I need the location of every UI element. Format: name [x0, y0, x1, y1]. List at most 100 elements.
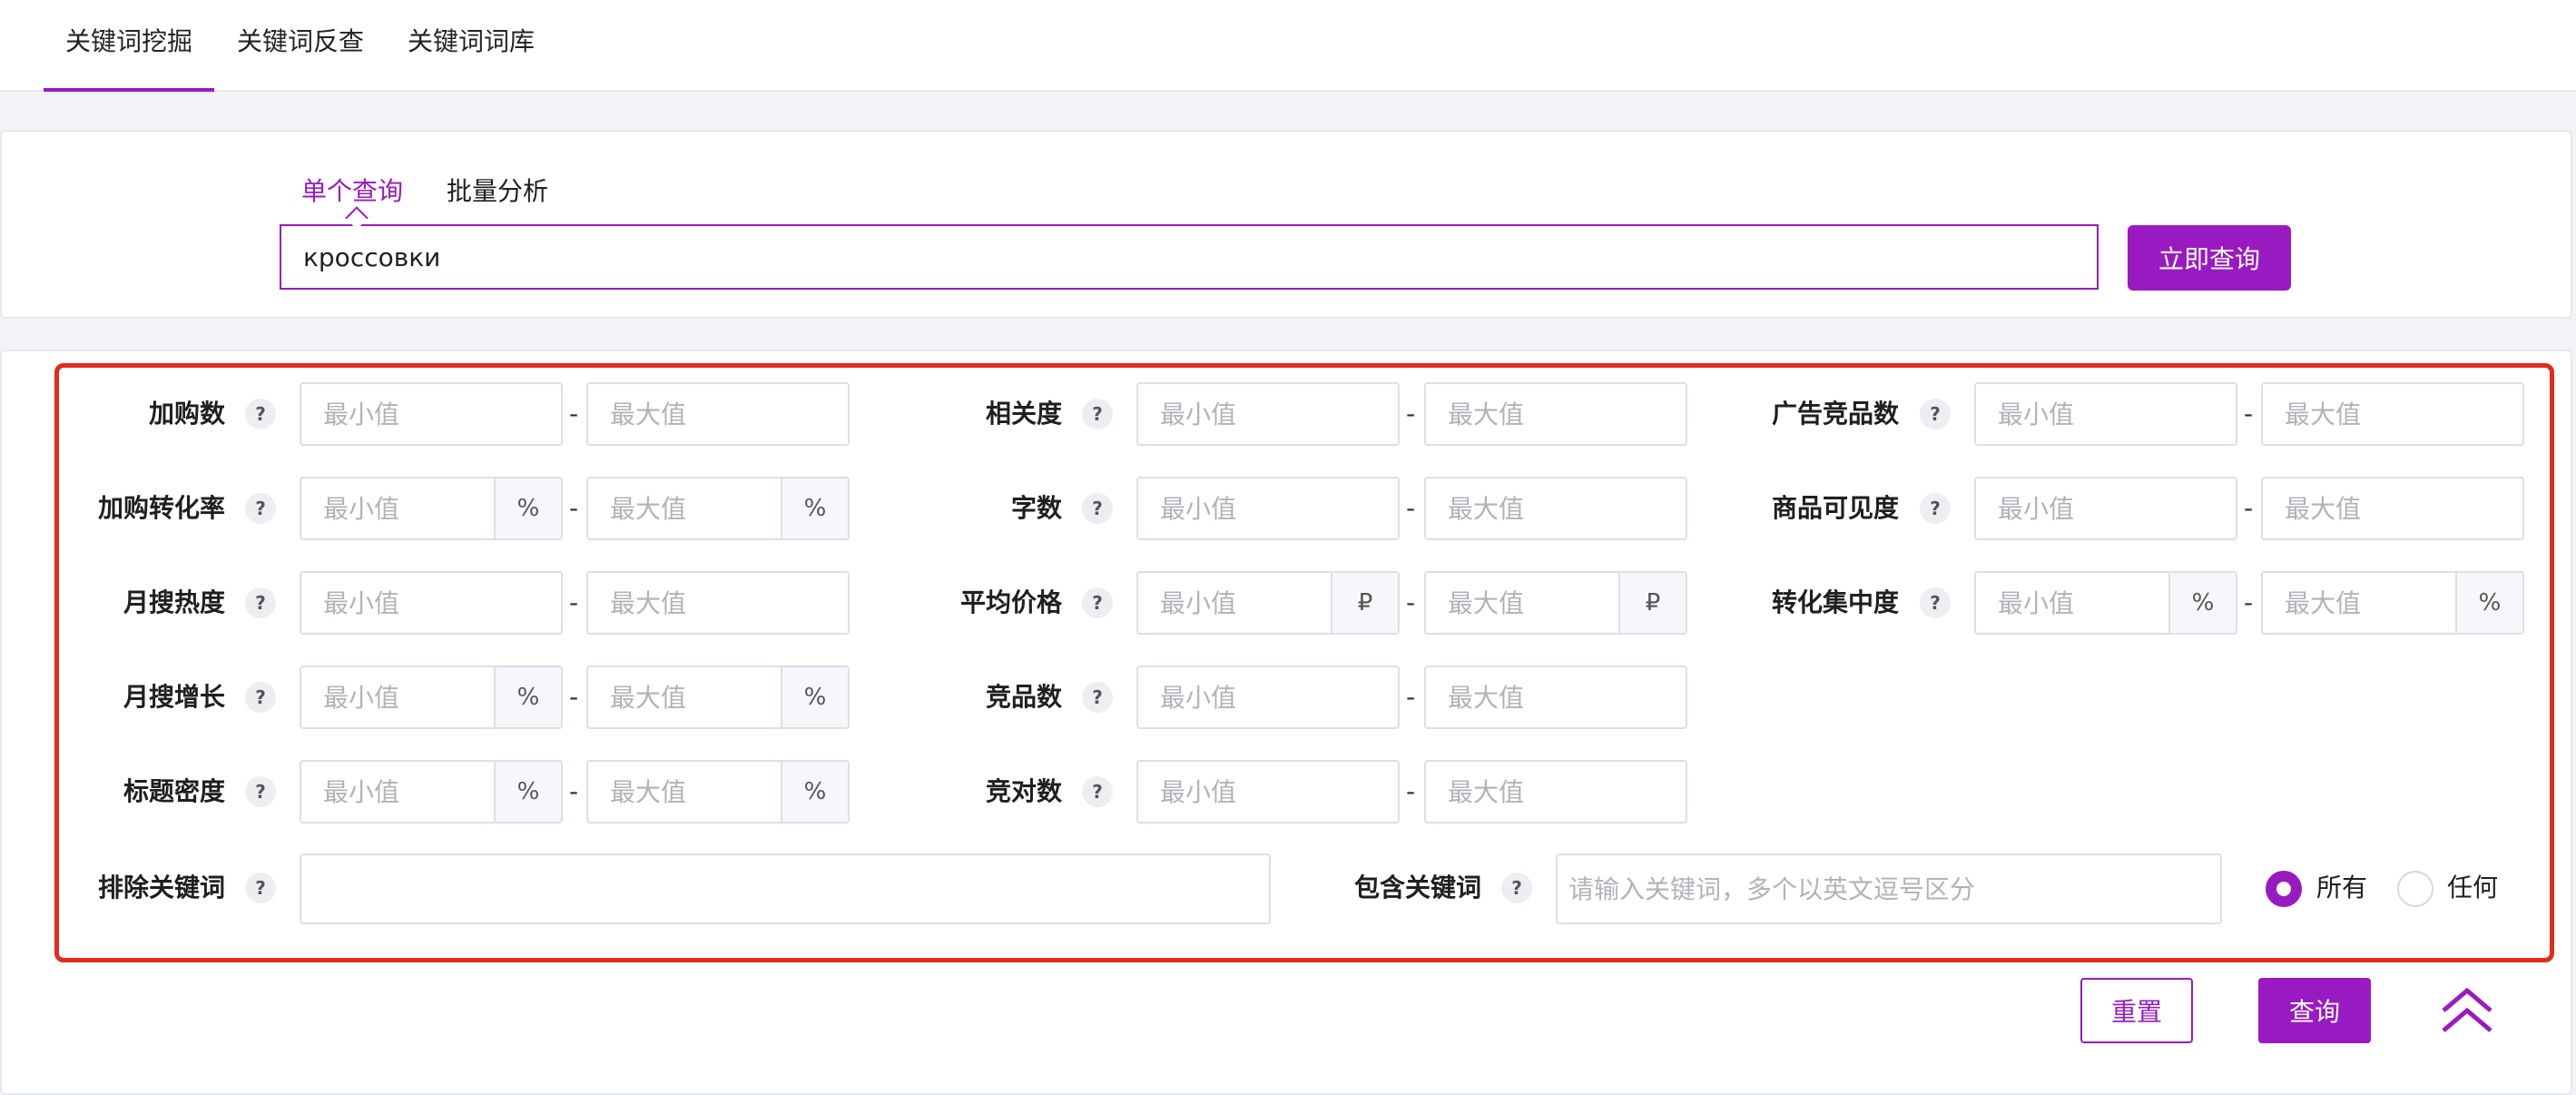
- max-input[interactable]: [2263, 478, 2522, 538]
- unit-addon: %: [781, 762, 848, 822]
- range-dash: -: [1406, 399, 1416, 429]
- filter-label: 商品可见度: [1771, 493, 1899, 523]
- keyword-search-input[interactable]: [280, 224, 2099, 290]
- help-icon[interactable]: ?: [1082, 399, 1113, 429]
- min-input[interactable]: [1138, 384, 1398, 444]
- unit-addon: %: [2168, 573, 2236, 633]
- help-icon[interactable]: ?: [1082, 682, 1113, 713]
- min-input[interactable]: [1138, 762, 1398, 822]
- max-input[interactable]: [2263, 384, 2522, 444]
- min-input[interactable]: [301, 573, 561, 633]
- filter-label: 竞对数: [985, 776, 1062, 806]
- max-input[interactable]: [588, 478, 781, 538]
- tab-single-query[interactable]: 单个查询: [301, 172, 403, 212]
- query-button[interactable]: 查询: [2258, 978, 2371, 1043]
- max-input-box: [2261, 382, 2524, 446]
- min-input[interactable]: [1976, 384, 2236, 444]
- filter-label: 月搜热度: [123, 587, 225, 617]
- help-icon[interactable]: ?: [245, 776, 276, 807]
- filter-label: 月搜增长: [123, 682, 225, 712]
- tab-batch-analysis[interactable]: 批量分析: [447, 172, 548, 212]
- exclude-keywords-box: [300, 853, 1271, 924]
- range-dash: -: [2244, 399, 2254, 429]
- min-input-box: ₽: [1136, 571, 1400, 635]
- filter-label: 平均价格: [959, 587, 1062, 617]
- search-now-button[interactable]: 立即查询: [2128, 225, 2291, 291]
- tab-keyword-mining[interactable]: 关键词挖掘: [44, 0, 214, 92]
- max-input[interactable]: [1426, 667, 1686, 727]
- help-icon[interactable]: ?: [1920, 587, 1951, 618]
- filter-label: 加购转化率: [97, 493, 225, 523]
- radio-all-label[interactable]: 所有: [2316, 870, 2367, 906]
- help-icon[interactable]: ?: [1501, 873, 1532, 903]
- max-input-box: ₽: [1424, 571, 1687, 635]
- max-input[interactable]: [1426, 478, 1686, 538]
- radio-all[interactable]: [2266, 871, 2302, 907]
- unit-addon: ₽: [1618, 573, 1686, 633]
- range-dash: -: [1406, 682, 1416, 712]
- max-input-box: [1424, 477, 1687, 540]
- filter-label: 排除关键词: [97, 873, 225, 903]
- max-input[interactable]: [1426, 384, 1686, 444]
- range-dash: -: [2244, 587, 2254, 617]
- collapse-chevron-icon[interactable]: [2440, 986, 2494, 1035]
- max-input-box: [1424, 666, 1687, 729]
- min-input[interactable]: [301, 762, 494, 822]
- range-dash: -: [569, 682, 579, 712]
- help-icon[interactable]: ?: [1082, 493, 1113, 524]
- range-dash: -: [1406, 493, 1416, 523]
- min-input[interactable]: [1976, 573, 2168, 633]
- filter-label: 加购数: [148, 399, 225, 429]
- range-dash: -: [2244, 493, 2254, 523]
- min-input-box: [300, 571, 563, 635]
- tab-keyword-reverse-lookup[interactable]: 关键词反查: [234, 0, 367, 90]
- max-input[interactable]: [588, 762, 781, 822]
- tab-keyword-library[interactable]: 关键词词库: [405, 0, 537, 90]
- help-icon[interactable]: ?: [1920, 493, 1951, 524]
- min-input-box: %: [300, 477, 563, 540]
- min-input[interactable]: [1138, 573, 1331, 633]
- max-input[interactable]: [1426, 573, 1618, 633]
- max-input-box: [586, 571, 850, 635]
- help-icon[interactable]: ?: [245, 873, 276, 903]
- unit-addon: ₽: [1331, 573, 1398, 633]
- max-input[interactable]: [2263, 573, 2455, 633]
- max-input[interactable]: [588, 667, 781, 727]
- range-dash: -: [569, 399, 579, 429]
- max-input[interactable]: [588, 573, 848, 633]
- help-icon[interactable]: ?: [1920, 399, 1951, 429]
- unit-addon: %: [781, 667, 848, 727]
- max-input[interactable]: [1426, 762, 1686, 822]
- filter-label: 相关度: [985, 399, 1062, 429]
- min-input[interactable]: [1138, 667, 1398, 727]
- unit-addon: %: [2455, 573, 2522, 633]
- range-dash: -: [1406, 587, 1416, 617]
- min-input[interactable]: [1976, 478, 2236, 538]
- max-input[interactable]: [588, 384, 848, 444]
- min-input-box: [300, 382, 563, 446]
- top-tab-bar: 关键词挖掘 关键词反查 关键词词库: [0, 0, 2576, 92]
- max-input-box: [586, 382, 850, 446]
- max-input-box: %: [586, 760, 850, 824]
- min-input[interactable]: [1138, 478, 1398, 538]
- help-icon[interactable]: ?: [1082, 776, 1113, 807]
- exclude-keywords-input[interactable]: [301, 855, 1269, 922]
- min-input[interactable]: [301, 384, 561, 444]
- radio-any[interactable]: [2397, 871, 2433, 907]
- min-input[interactable]: [301, 478, 494, 538]
- max-input-box: %: [586, 477, 850, 540]
- help-icon[interactable]: ?: [245, 493, 276, 524]
- max-input-box: %: [2261, 571, 2524, 635]
- min-input-box: [1136, 477, 1400, 540]
- help-icon[interactable]: ?: [245, 399, 276, 429]
- include-keywords-input[interactable]: [1558, 855, 2220, 922]
- min-input[interactable]: [301, 667, 494, 727]
- unit-addon: %: [781, 478, 848, 538]
- reset-button[interactable]: 重置: [2080, 978, 2193, 1043]
- help-icon[interactable]: ?: [1082, 587, 1113, 618]
- help-icon[interactable]: ?: [245, 682, 276, 713]
- help-icon[interactable]: ?: [245, 587, 276, 618]
- unit-addon: %: [494, 762, 561, 822]
- radio-any-label[interactable]: 任何: [2447, 870, 2498, 906]
- min-input-box: [1974, 382, 2237, 446]
